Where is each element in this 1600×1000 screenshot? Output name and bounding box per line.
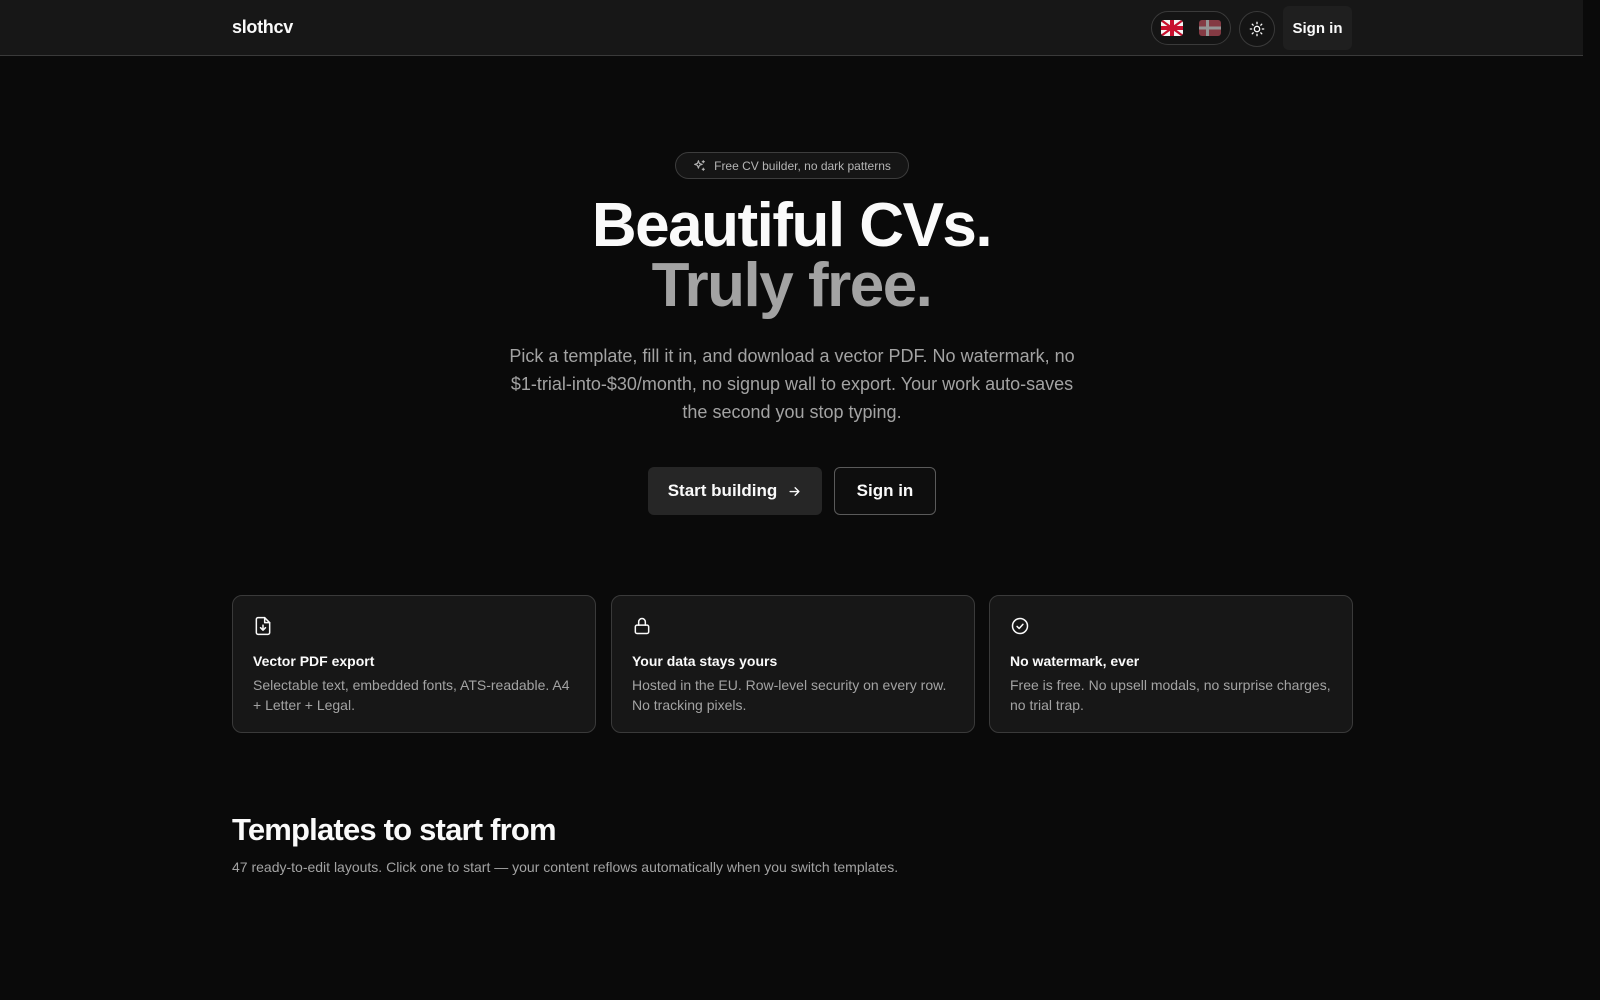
check-circle-icon bbox=[1011, 617, 1029, 635]
theme-toggle-button[interactable] bbox=[1239, 11, 1275, 47]
start-building-button[interactable]: Start building bbox=[648, 467, 822, 515]
feature-card-pdf: Vector PDF export Selectable text, embed… bbox=[232, 595, 596, 733]
hero-title-line2: Truly free. bbox=[651, 251, 933, 320]
language-switcher bbox=[1151, 11, 1231, 45]
hero-badge: Free CV builder, no dark patterns bbox=[675, 152, 909, 179]
feature-title: No watermark, ever bbox=[1010, 653, 1140, 669]
page-scrollbar[interactable] bbox=[1583, 0, 1600, 1000]
arrow-right-icon bbox=[789, 486, 800, 496]
hero-title-line1: Beautiful CVs. bbox=[591, 191, 993, 260]
hero-sign-in-button[interactable]: Sign in bbox=[834, 467, 936, 515]
feature-description: Selectable text, embedded fonts, ATS-rea… bbox=[253, 677, 570, 713]
hero-title: Beautiful CVs. Truly free. bbox=[0, 191, 1583, 320]
lock-icon bbox=[634, 617, 650, 635]
hero-badge-text: Free CV builder, no dark patterns bbox=[714, 158, 891, 173]
hero-subtitle: Pick a template, fill it in, and downloa… bbox=[509, 346, 1075, 422]
feature-title: Your data stays yours bbox=[632, 653, 778, 669]
feature-card-privacy: Your data stays yours Hosted in the EU. … bbox=[611, 595, 975, 733]
feature-description: Free is free. No upsell modals, no surpr… bbox=[1010, 677, 1331, 713]
templates-section-title: Templates to start from bbox=[232, 812, 557, 847]
english-flag-icon[interactable] bbox=[1161, 20, 1183, 36]
feature-card-watermark: No watermark, ever Free is free. No upse… bbox=[989, 595, 1353, 733]
feature-description: Hosted in the EU. Row-level security on … bbox=[632, 677, 947, 713]
top-nav: slothcv Sign in bbox=[0, 0, 1583, 56]
start-building-label: Start building bbox=[667, 481, 778, 500]
file-download-icon bbox=[255, 616, 271, 636]
sparkles-icon bbox=[694, 160, 706, 171]
feature-title: Vector PDF export bbox=[253, 653, 375, 669]
header-sign-in-button[interactable]: Sign in bbox=[1283, 6, 1352, 50]
sun-icon bbox=[1249, 21, 1265, 37]
brand-logo[interactable]: slothcv bbox=[232, 17, 293, 38]
templates-section-subtitle: 47 ready-to-edit layouts. Click one to s… bbox=[232, 859, 899, 875]
danish-flag-icon[interactable] bbox=[1199, 20, 1221, 36]
